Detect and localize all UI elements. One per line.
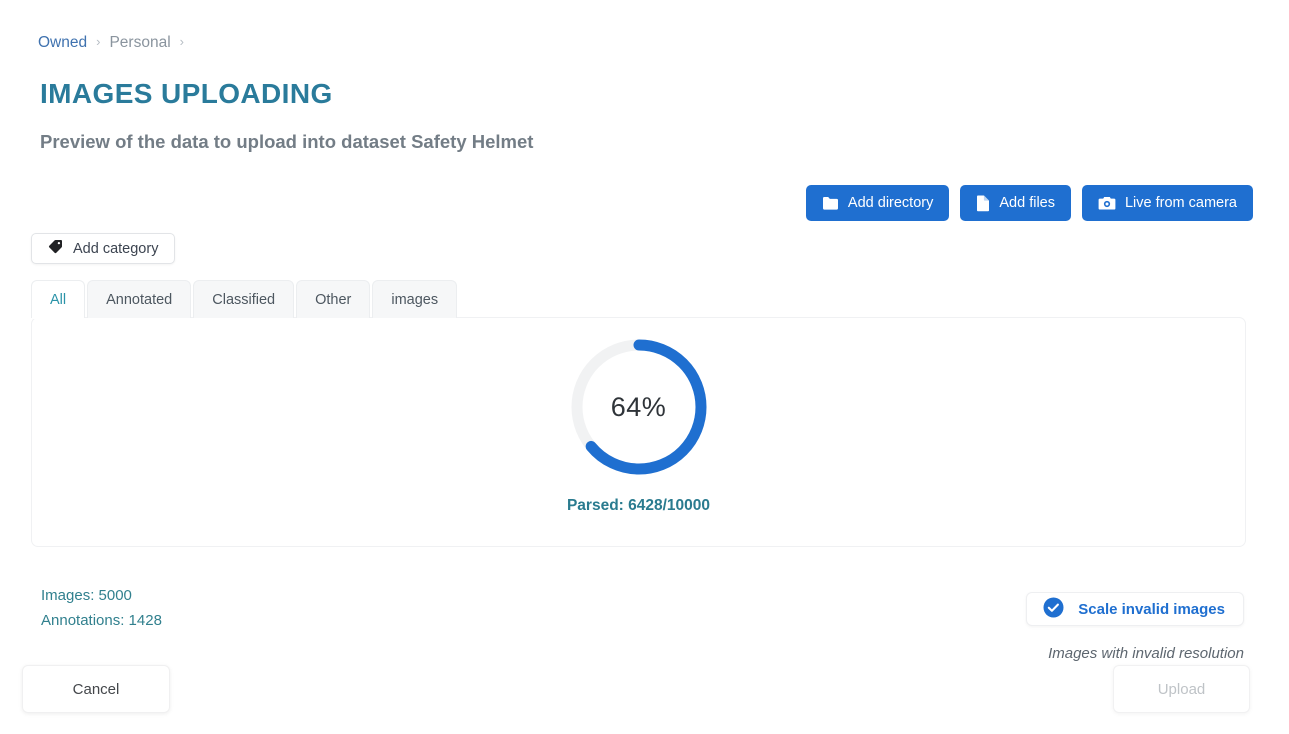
breadcrumb-separator-icon: › <box>96 34 101 49</box>
tab-all-label: All <box>50 291 67 308</box>
tab-images-label: images <box>391 291 439 308</box>
file-icon <box>976 195 990 212</box>
check-circle-icon <box>1043 597 1064 622</box>
tab-other[interactable]: Other <box>296 280 371 318</box>
add-directory-label: Add directory <box>847 195 934 211</box>
tab-other-label: Other <box>315 291 352 308</box>
page-subtitle: Preview of the data to upload into datas… <box>40 131 534 152</box>
tag-icon <box>48 239 63 258</box>
tab-content-panel: 64% Parsed: 6428/10000 <box>31 317 1246 547</box>
breadcrumb: Owned › Personal › <box>38 33 193 53</box>
progress-ring: 64% <box>566 334 712 480</box>
stat-annotations: Annotations: 1428 <box>41 612 162 629</box>
upload-progress: 64% Parsed: 6428/10000 <box>32 334 1245 515</box>
live-from-camera-label: Live from camera <box>1124 195 1237 211</box>
invalid-resolution-hint: Images with invalid resolution <box>1048 645 1244 662</box>
tab-annotated-label: Annotated <box>106 291 173 308</box>
breadcrumb-item-owned[interactable]: Owned <box>38 33 87 53</box>
stat-images: Images: 5000 <box>41 587 132 604</box>
folder-icon <box>822 196 839 211</box>
page-title: IMAGES UPLOADING <box>40 78 333 109</box>
tab-bar: All Annotated Classified Other images <box>31 280 459 319</box>
camera-icon <box>1098 196 1116 211</box>
breadcrumb-item-personal[interactable]: Personal <box>109 33 170 53</box>
tab-annotated[interactable]: Annotated <box>87 280 192 318</box>
add-files-label: Add files <box>999 195 1055 211</box>
add-directory-button[interactable]: Add directory <box>805 185 950 221</box>
add-category-button[interactable]: Add category <box>31 233 176 264</box>
top-action-bar: Add directory Add files Live from camera <box>805 185 1253 221</box>
tab-images[interactable]: images <box>372 280 458 318</box>
tab-all[interactable]: All <box>31 280 86 319</box>
parsed-count-label: Parsed: 6428/10000 <box>566 497 711 514</box>
tab-classified-label: Classified <box>212 291 276 308</box>
tab-classified[interactable]: Classified <box>193 280 295 318</box>
dataset-stats: Images: 5000 Annotations: 1428 <box>41 583 162 633</box>
progress-percent-label: 64% <box>610 391 667 422</box>
add-category-label: Add category <box>73 240 159 257</box>
breadcrumb-separator-icon: › <box>179 34 184 49</box>
scale-invalid-images-label: Scale invalid images <box>1078 600 1225 618</box>
live-from-camera-button[interactable]: Live from camera <box>1081 185 1253 221</box>
upload-button[interactable]: Upload <box>1113 665 1250 713</box>
scale-invalid-images-button[interactable]: Scale invalid images <box>1026 592 1244 626</box>
cancel-button[interactable]: Cancel <box>22 665 170 713</box>
add-files-button[interactable]: Add files <box>960 185 1071 221</box>
